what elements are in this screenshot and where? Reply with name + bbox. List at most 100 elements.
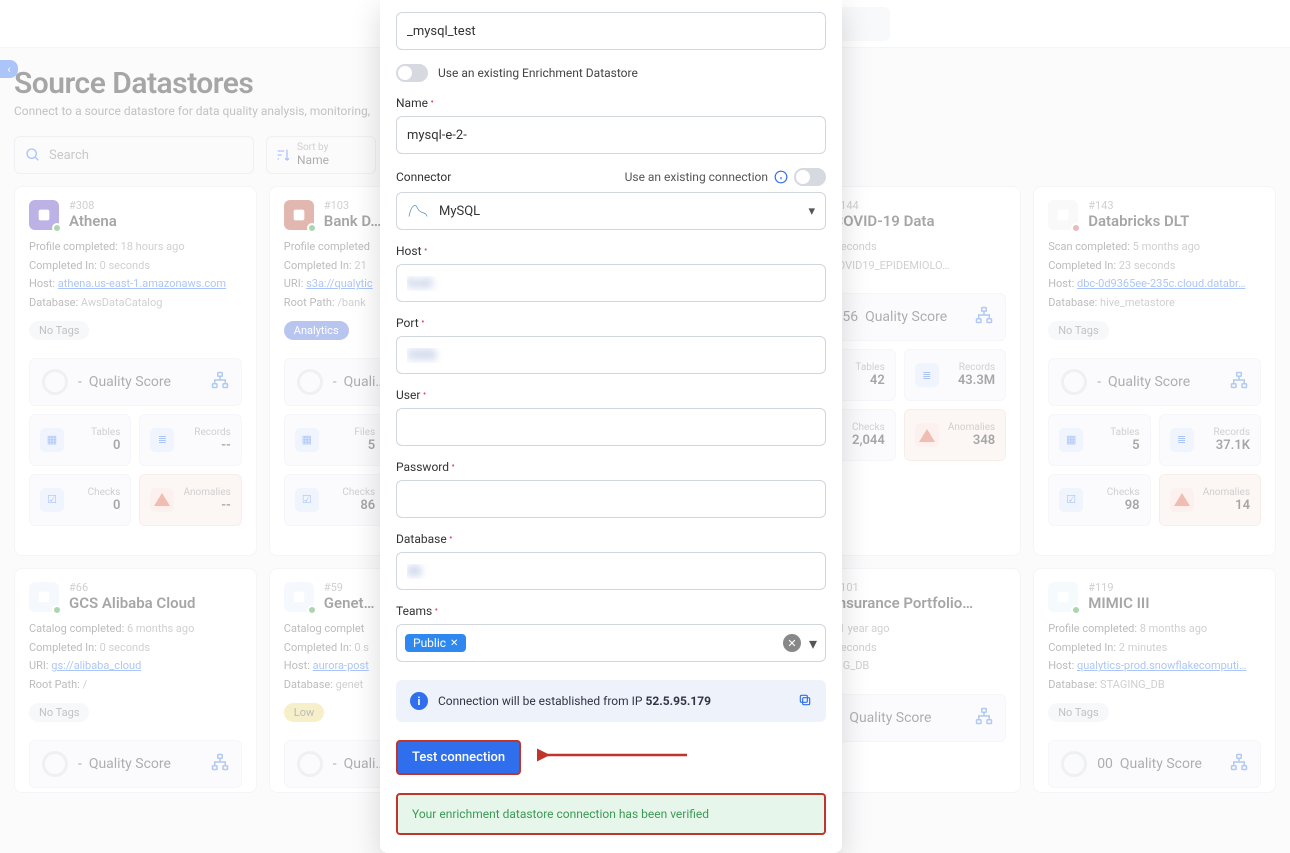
meta-link[interactable]: qualytics-prod.snowflakecomputi… xyxy=(1077,659,1246,672)
chip-remove-icon[interactable]: ✕ xyxy=(450,638,458,649)
card-title: Bank D… xyxy=(324,212,381,230)
tree-icon[interactable] xyxy=(1230,753,1248,775)
chevron-down-icon[interactable]: ▾ xyxy=(809,634,817,653)
card-id: #101 xyxy=(833,581,973,594)
tag-badge: Low xyxy=(284,703,324,722)
user-input[interactable] xyxy=(396,408,826,446)
host-input[interactable] xyxy=(396,264,826,302)
clear-teams-icon[interactable]: ✕ xyxy=(783,634,801,652)
tree-icon[interactable] xyxy=(1230,371,1248,393)
card-title: MIMIC III xyxy=(1088,594,1149,612)
stat-tables: ▦Tables0 xyxy=(29,414,131,466)
records-icon: ≣ xyxy=(150,428,174,452)
checks-icon: ☑ xyxy=(40,488,64,512)
card-meta: Profile completed: 18 hours ago Complete… xyxy=(29,238,242,313)
quality-score: 00 Quality Score xyxy=(1048,740,1261,788)
port-input[interactable] xyxy=(396,336,826,374)
password-label: Password xyxy=(396,460,826,474)
stat-records: ≣Records37.1K xyxy=(1159,414,1261,466)
datastore-card[interactable]: #308Athena Profile completed: 18 hours a… xyxy=(14,186,257,556)
stat-checks: ☑Checks98 xyxy=(1048,474,1150,526)
ip-info-banner: i Connection will be established from IP… xyxy=(396,680,826,722)
info-icon xyxy=(774,170,788,184)
name-input[interactable] xyxy=(396,116,826,154)
card-meta: Catalog completed: 6 months ago Complete… xyxy=(29,620,242,695)
stat-tables: ▦Files5 xyxy=(284,414,386,466)
stat-records: ≣Records-- xyxy=(139,414,241,466)
mysql-icon xyxy=(407,203,429,219)
team-chip[interactable]: Public✕ xyxy=(405,634,466,652)
sort-dropdown[interactable]: Sort by Name xyxy=(266,136,376,174)
meta-link[interactable]: s3a://qualytic xyxy=(306,277,373,290)
database-label: Database xyxy=(396,532,826,546)
sort-label: Sort by xyxy=(297,143,329,153)
tree-icon[interactable] xyxy=(211,753,229,775)
card-title: GCS Alibaba Cloud xyxy=(69,594,195,612)
password-input[interactable] xyxy=(396,480,826,518)
checks-icon: ☑ xyxy=(1059,488,1083,512)
test-connection-button[interactable]: Test connection xyxy=(396,740,521,775)
database-input[interactable] xyxy=(396,552,826,590)
tag-badge: No Tags xyxy=(1048,321,1108,340)
name-label: Name xyxy=(396,96,826,110)
datastore-icon xyxy=(1048,582,1078,612)
datastore-card[interactable]: #143Databricks DLT Scan completed: 5 mon… xyxy=(1033,186,1276,556)
info-icon: i xyxy=(410,692,428,710)
meta-link[interactable]: athena.us-east-1.amazonaws.com xyxy=(58,277,226,290)
card-id: #144 xyxy=(833,199,934,212)
quality-score: - Quality Score xyxy=(29,740,242,788)
quality-score: - Quality Score xyxy=(29,358,242,406)
warning-icon xyxy=(915,423,939,447)
existing-enrichment-toggle[interactable] xyxy=(396,64,428,82)
existing-connection-label: Use an existing connection xyxy=(625,170,768,184)
stat-checks: ☑Checks0 xyxy=(29,474,131,526)
card-id: #66 xyxy=(69,581,195,594)
teams-input[interactable]: Public✕ ✕ ▾ xyxy=(396,624,826,662)
stat-anomalies: Anomalies-- xyxy=(139,474,241,526)
meta-link[interactable]: aurora-post xyxy=(313,659,369,672)
sort-value: Name xyxy=(297,153,329,167)
port-label: Port xyxy=(396,316,826,330)
host-label: Host xyxy=(396,244,826,258)
warning-icon xyxy=(150,488,174,512)
card-title: Insurance Portfolio… xyxy=(833,594,973,612)
card-title: Genet… xyxy=(324,594,375,612)
stat-grid: ▦Tables5 ≣Records37.1K ☑Checks98 Anomali… xyxy=(1048,414,1261,526)
meta-link[interactable]: dbc-0d9365ee-235c.cloud.databr… xyxy=(1077,277,1245,290)
meta-link[interactable]: gs://alibaba_cloud xyxy=(51,659,141,672)
table-icon: ▦ xyxy=(1059,428,1083,452)
card-id: #143 xyxy=(1088,199,1189,212)
filter-search[interactable]: Search xyxy=(14,136,254,174)
success-banner: Your enrichment datastore connection has… xyxy=(396,793,826,835)
ip-info-text: Connection will be established from IP xyxy=(438,694,645,708)
tag-badge: No Tags xyxy=(1048,703,1108,722)
annotation-arrow xyxy=(537,744,687,770)
back-tab[interactable]: ‹ xyxy=(0,60,18,78)
datastore-card[interactable]: #66GCS Alibaba Cloud Catalog completed: … xyxy=(14,568,257,793)
card-meta: Profile completed: 8 months ago Complete… xyxy=(1048,620,1261,695)
card-title: Databricks DLT xyxy=(1088,212,1189,230)
card-id: #59 xyxy=(324,581,375,594)
quality-score: - Quality Score xyxy=(1048,358,1261,406)
datastore-icon xyxy=(284,582,314,612)
datastore-card[interactable]: #119MIMIC III Profile completed: 8 month… xyxy=(1033,568,1276,793)
records-icon: ≣ xyxy=(915,363,939,387)
stat-checks: ☑Checks86 xyxy=(284,474,386,526)
table-icon: ▦ xyxy=(40,428,64,452)
copy-ip-icon[interactable] xyxy=(798,693,812,710)
existing-connection-toggle[interactable] xyxy=(794,168,826,186)
table-icon: ▦ xyxy=(295,428,319,452)
teams-label: Teams xyxy=(396,604,826,618)
card-id: #308 xyxy=(69,199,117,212)
ip-address: 52.5.95.179 xyxy=(645,694,711,708)
records-icon: ≣ xyxy=(1170,428,1194,452)
enrichment-top-input[interactable] xyxy=(396,12,826,50)
search-icon xyxy=(25,147,41,163)
tree-icon[interactable] xyxy=(211,371,229,393)
card-title: Athena xyxy=(69,212,117,230)
tree-icon[interactable] xyxy=(975,707,993,729)
connector-label: Connector xyxy=(396,170,451,184)
connector-select[interactable]: MySQL ▾ xyxy=(396,192,826,230)
tree-icon[interactable] xyxy=(975,306,993,328)
card-title: COVID-19 Data xyxy=(833,212,934,230)
